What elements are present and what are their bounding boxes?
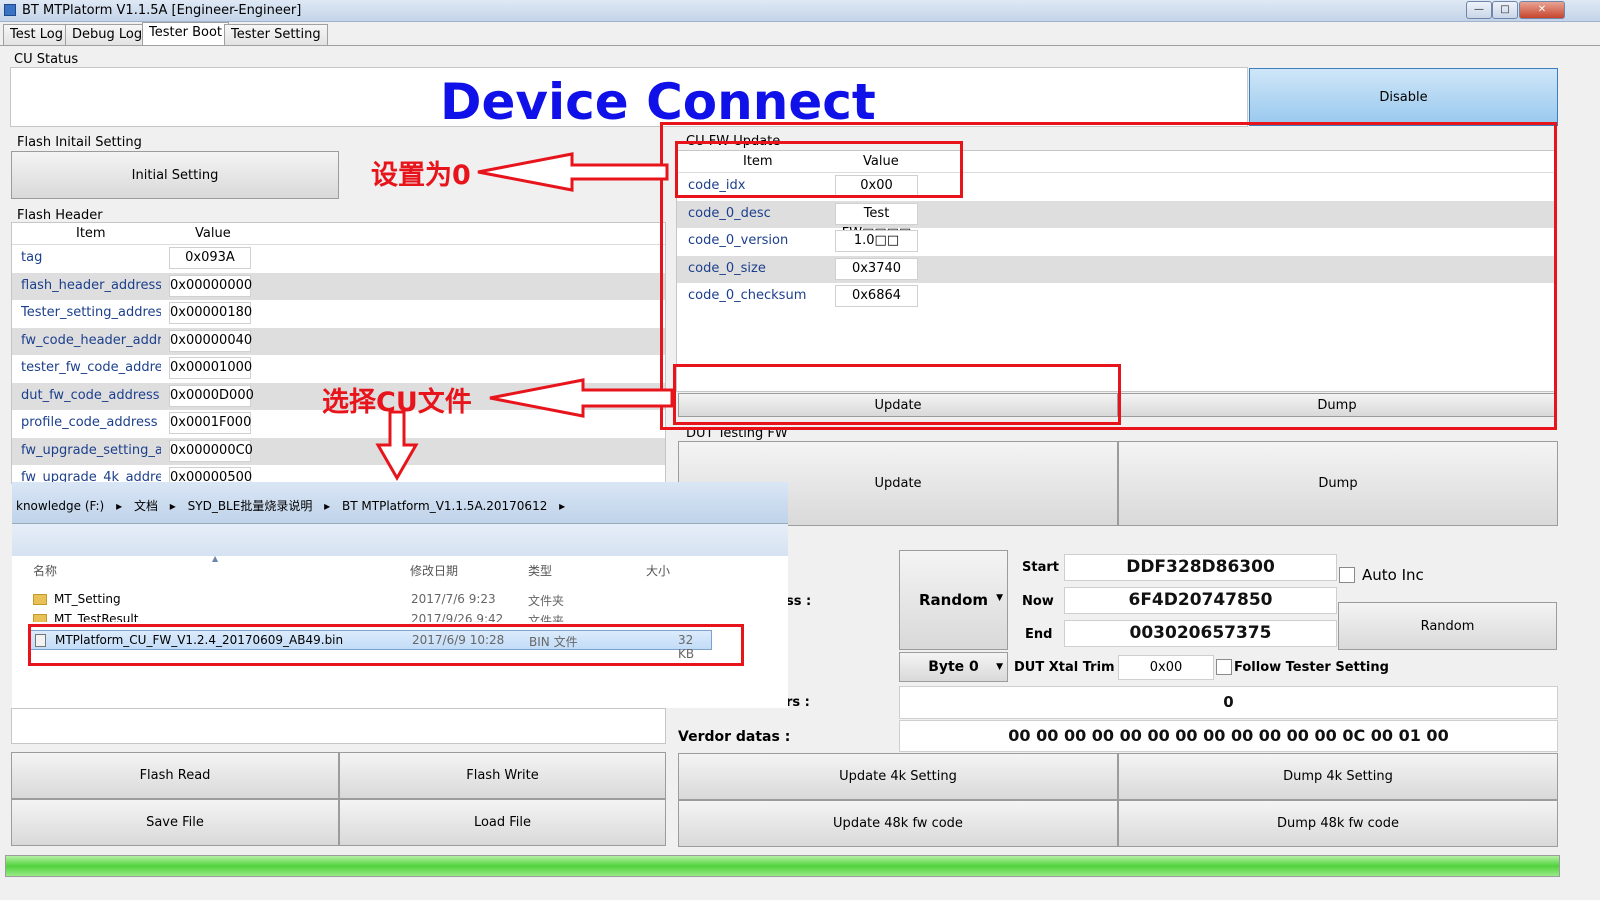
annotation-arrows <box>375 152 674 482</box>
arrow-left-icon <box>477 152 669 192</box>
arrow-left-icon <box>489 378 674 418</box>
arrow-down-icon <box>375 410 419 482</box>
